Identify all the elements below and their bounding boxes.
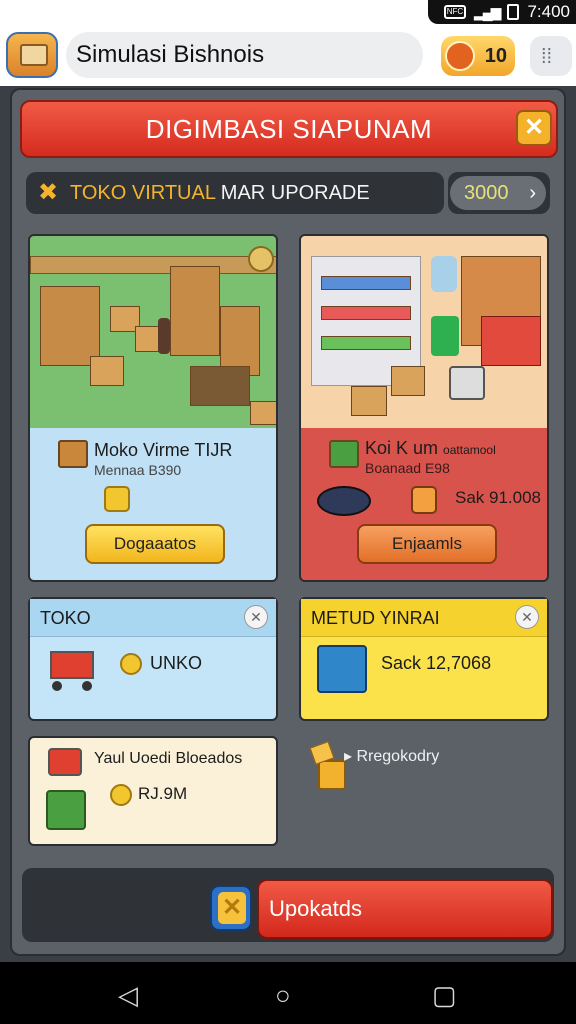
box-icon (58, 440, 88, 468)
card-action-button[interactable]: Dogaaatos (85, 524, 225, 564)
home-icon[interactable]: ○ (275, 980, 291, 1011)
supermarket-illustration (301, 236, 547, 428)
card-header: METUD YINRAI (301, 599, 547, 637)
trophy-icon (120, 653, 142, 675)
card-info: Koi K um oattamool Boanaad E98 Sak 91.00… (301, 428, 547, 580)
recents-icon[interactable]: ▢ (432, 980, 457, 1011)
card-price: RJ.9M (138, 784, 188, 803)
metud-card[interactable]: METUD YINRAI ✕ Sack 12,7068 (299, 597, 549, 721)
sub-header: ✖ TOKO VIRTUAL MAR UPORADE (26, 172, 444, 214)
signal-icon: ▂▄▆ (474, 3, 501, 20)
coin-icon (445, 41, 475, 71)
back-icon[interactable]: ◁ (118, 980, 138, 1011)
ticket-icon (329, 440, 359, 468)
close-icon[interactable]: ✕ (515, 605, 539, 629)
note-text: ▸ Rregokodry (344, 748, 440, 765)
card-header: TOKO (30, 599, 276, 637)
nfc-icon: NFC (444, 5, 466, 19)
close-icon: ✕ (218, 892, 246, 924)
sub-header-accent: TOKO VIRTUAL (70, 182, 216, 204)
cart-icon (44, 647, 100, 695)
coin-count: 10 (484, 45, 507, 67)
coin-counter[interactable]: 10 (441, 36, 515, 76)
close-icon[interactable]: ✕ (244, 605, 268, 629)
card-title-extra: oattamool (443, 443, 496, 457)
upgrade-list-card[interactable]: Yaul Uoedi Bloeados RJ.9M (28, 736, 278, 846)
battery-icon (507, 4, 520, 20)
system-nav-bar: ◁ ○ ▢ (0, 962, 576, 1024)
app-box-icon[interactable] (6, 32, 58, 78)
card-info: Moko Virme TIJR Mennaa B390 Dogaaatos (30, 428, 276, 580)
card-subtitle: Boanaad E98 (365, 460, 450, 476)
toko-card[interactable]: TOKO ✕ UNKO (28, 597, 278, 721)
status-bar: NFC ▂▄▆ 7:400 (0, 0, 576, 24)
close-icon[interactable]: ✕ (516, 110, 552, 146)
card-label: UNKO (150, 653, 203, 673)
grid-icon: ⁞⁞ (541, 46, 553, 68)
app-title: Simulasi Bishnois (66, 32, 423, 78)
trophy-icon (110, 784, 132, 806)
disc-icon (317, 486, 371, 516)
card-title-main: Koi K um (365, 438, 439, 458)
note-label: Rregokodry (356, 748, 440, 765)
shop-card-virtual[interactable]: Moko Virme TIJR Mennaa B390 Dogaaatos (28, 234, 278, 582)
warehouse-illustration (30, 236, 276, 428)
shop-card-market[interactable]: Koi K um oattamool Boanaad E98 Sak 91.00… (299, 234, 549, 582)
register-icon (317, 645, 367, 693)
card-action-button[interactable]: Enjaamls (357, 524, 497, 564)
card-title: Moko Virme TIJR (94, 440, 233, 460)
card-subtitle: Mennaa B390 (94, 462, 182, 478)
chevron-right-icon: › (529, 182, 536, 204)
card-label: Sack 12,7068 (381, 653, 492, 673)
status-icons: NFC ▂▄▆ 7:400 (428, 0, 576, 24)
trophy-icon (104, 486, 130, 512)
app-top-bar: Simulasi Bishnois 10 ⁞⁞ (0, 24, 576, 86)
price-value: 3000 (464, 182, 509, 204)
cart-icon (48, 748, 82, 776)
card-title: Koi K um oattamool (365, 438, 496, 459)
sub-header-price[interactable]: 3000 › (448, 172, 550, 214)
truck-icon (46, 790, 86, 830)
clock: 7:400 (527, 2, 570, 21)
price-pill: 3000 › (450, 176, 546, 210)
menu-button[interactable]: ⁞⁞ (530, 36, 572, 76)
gift-icon (411, 486, 437, 514)
folder-icon (309, 741, 346, 794)
update-button[interactable]: Upokatds (257, 879, 553, 939)
confirm-button[interactable]: ✕ (210, 885, 252, 931)
card-price: Sak 91.008 (455, 488, 542, 507)
panel-header: DIGIMBASI SIAPUNAM (20, 100, 558, 158)
sub-header-rest: MAR UPORADE (215, 182, 370, 204)
card-title: Yaul Uoedi Bloeados (94, 750, 243, 767)
star-icon: ✖ (38, 179, 59, 206)
